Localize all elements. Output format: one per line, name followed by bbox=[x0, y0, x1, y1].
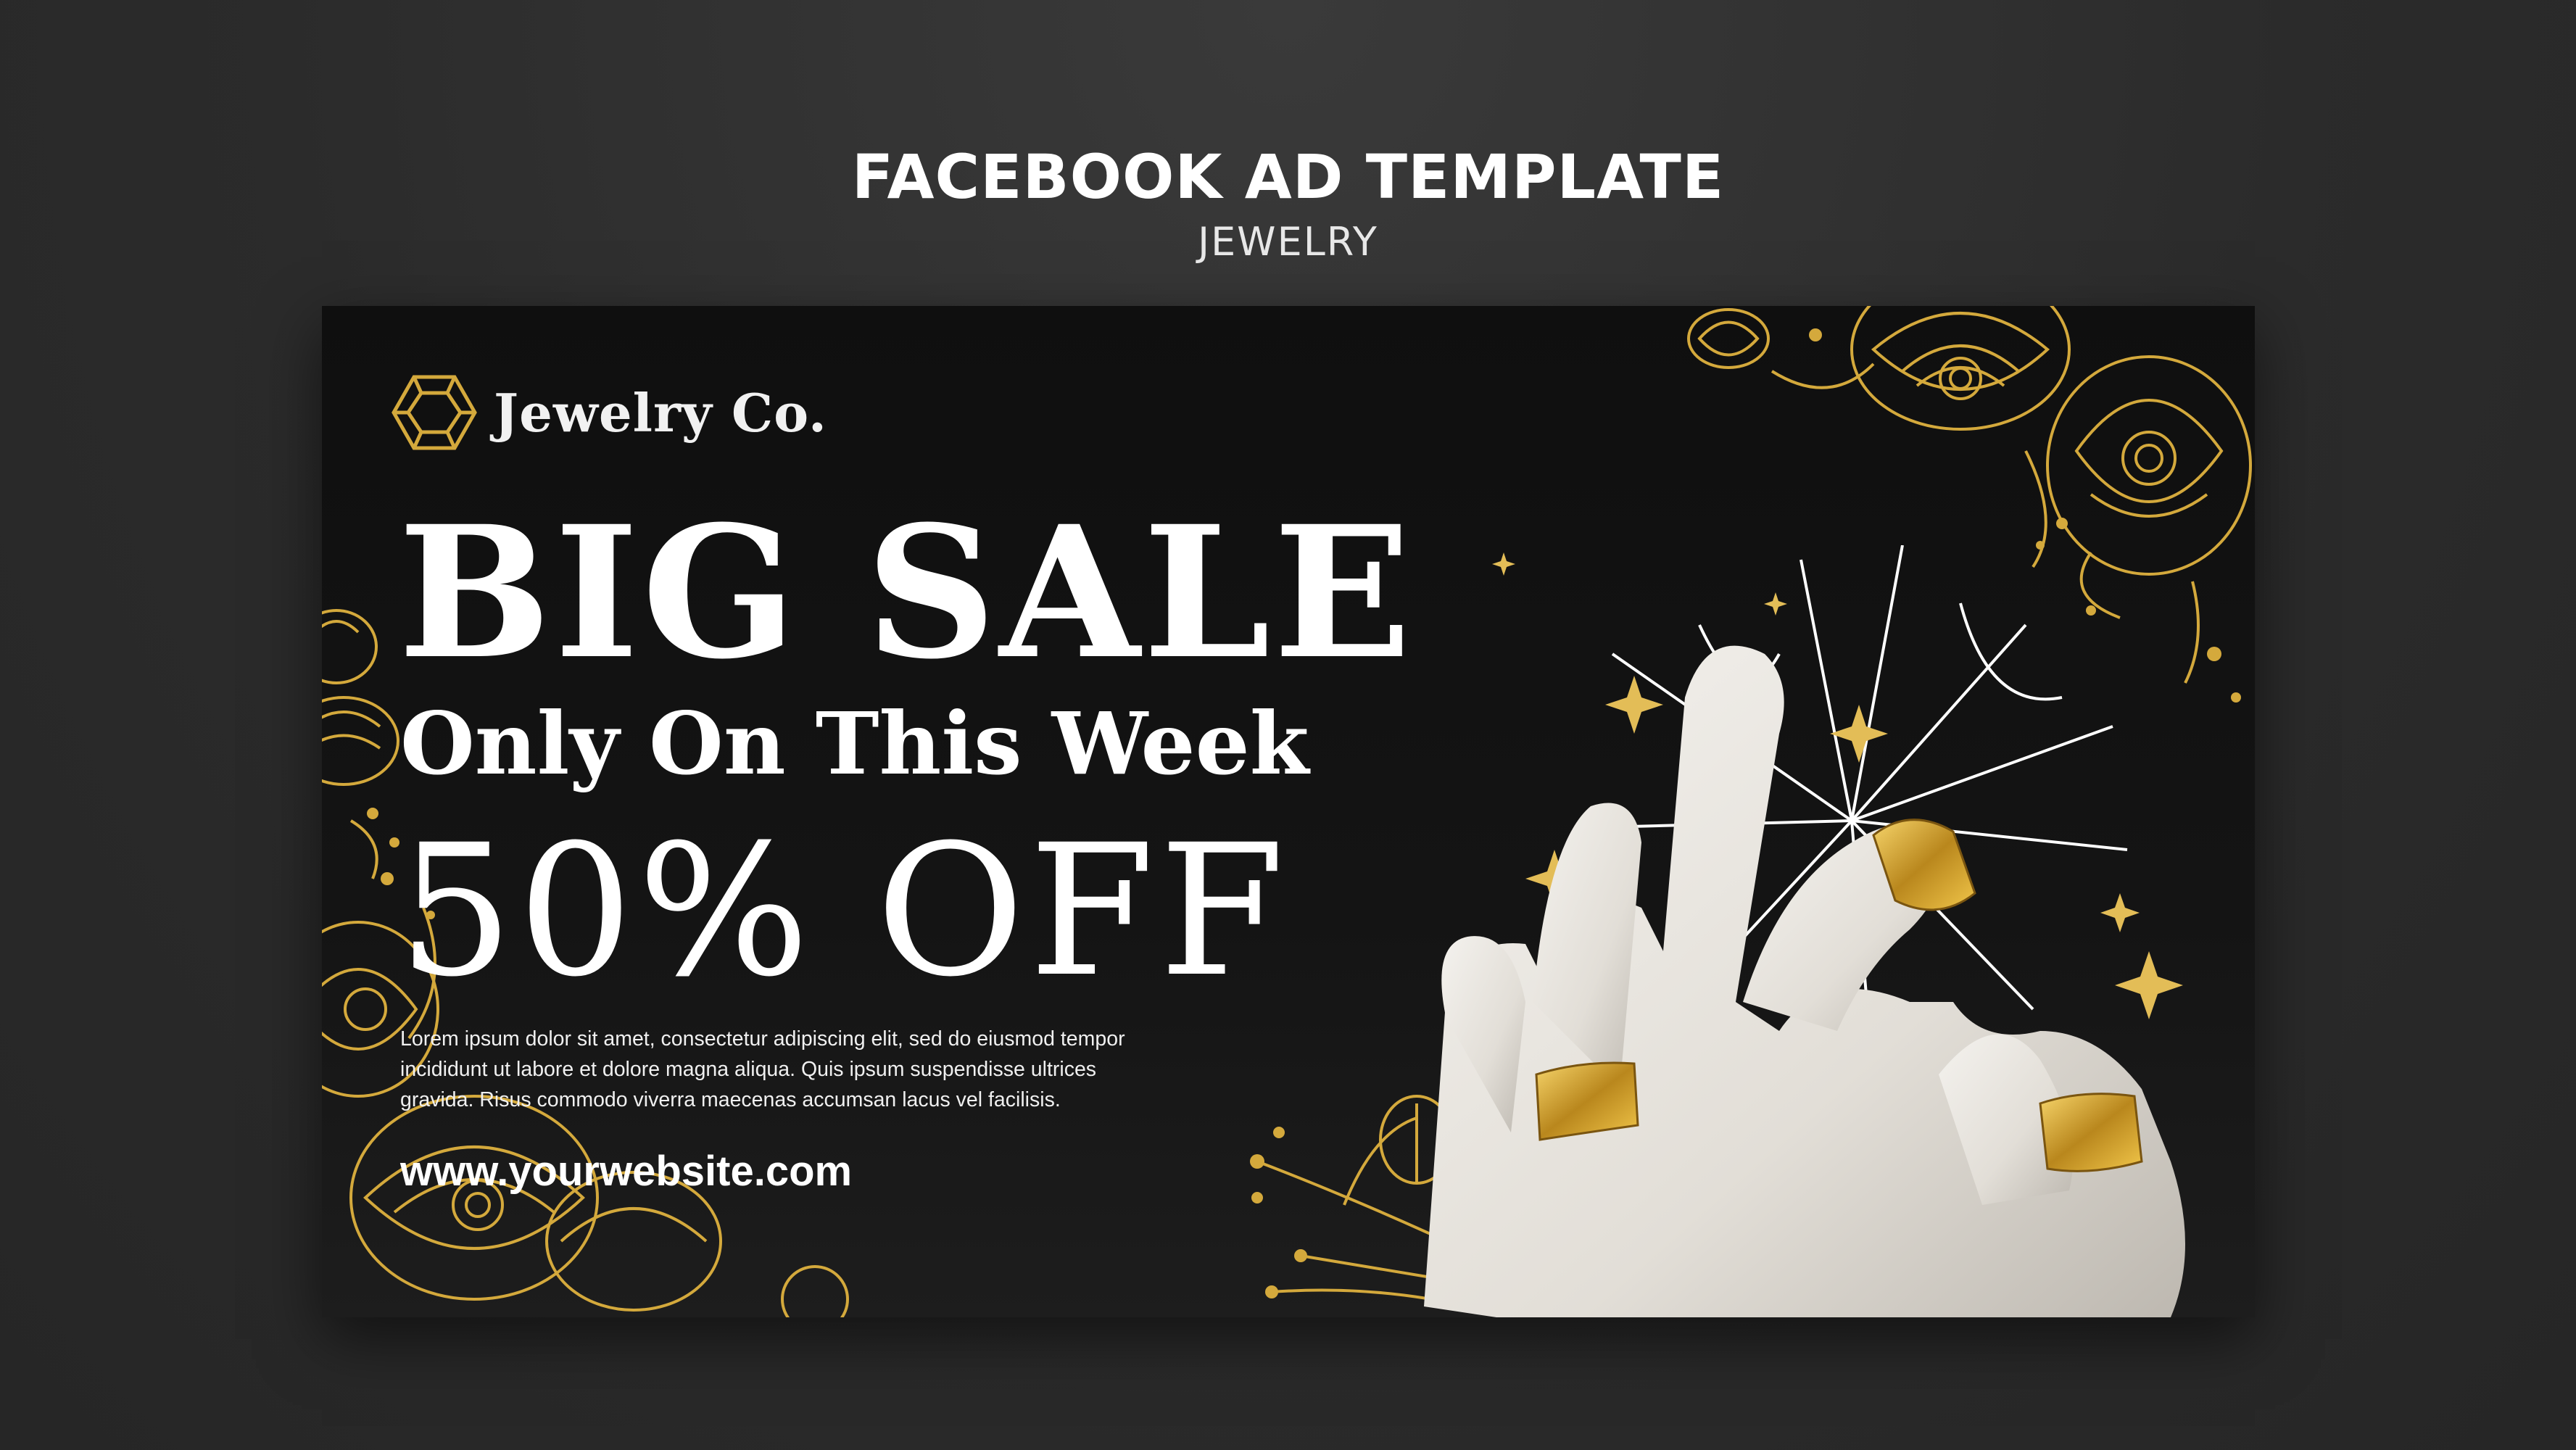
body-text: Lorem ipsum dolor sit amet, consectetur … bbox=[400, 1027, 1125, 1111]
ad-card: Jewelry Co. BIG SALE Only On This Week 5… bbox=[322, 306, 2255, 1317]
discount-text: 50% OFF bbox=[398, 805, 1290, 1016]
page-title: FACEBOOK AD TEMPLATE bbox=[851, 141, 1725, 212]
headline: BIG SALE bbox=[398, 486, 1415, 699]
website-link[interactable]: www.yourwebsite.com bbox=[400, 1147, 852, 1196]
hand-sculpture-image bbox=[1424, 645, 2185, 1317]
page-subtitle: JEWELRY bbox=[1198, 219, 1378, 265]
brand: Jewelry Co. bbox=[391, 373, 827, 452]
subheadline: Only On This Week bbox=[400, 693, 1309, 794]
hexagon-gem-icon bbox=[392, 375, 477, 450]
brand-name: Jewelry Co. bbox=[494, 381, 827, 444]
